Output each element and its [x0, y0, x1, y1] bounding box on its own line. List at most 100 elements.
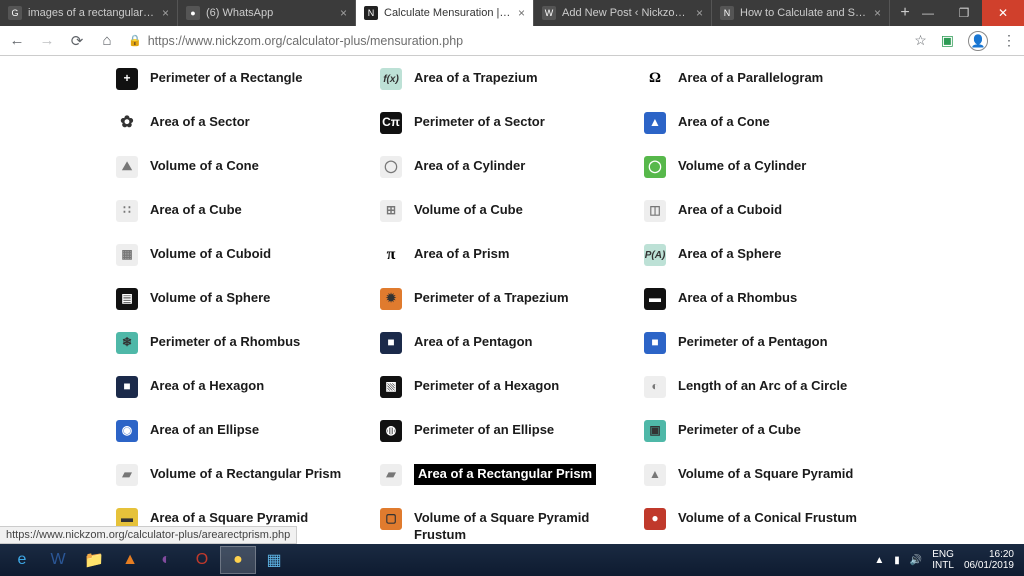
calculator-label: Volume of a Rectangular Prism: [150, 464, 341, 483]
page-content: +Perimeter of a Rectanglef(x)Area of a T…: [0, 56, 1024, 544]
calculator-link[interactable]: ◯Volume of a Cylinder: [644, 152, 908, 182]
bookmark-star-icon[interactable]: ☆: [914, 32, 927, 49]
calculator-link[interactable]: ⊞ Volume of a Cube: [380, 196, 644, 226]
nav-forward-button[interactable]: →: [38, 32, 56, 49]
calculator-link[interactable]: ▰Volume of a Rectangular Prism: [116, 460, 380, 490]
tab-close-icon[interactable]: ×: [874, 6, 881, 20]
taskbar-app-icon[interactable]: ▲: [112, 546, 148, 574]
calculator-label: Area of a Hexagon: [150, 376, 264, 395]
tab-title: How to Calculate and Solve for: [740, 7, 868, 19]
taskbar-app-icon[interactable]: ▦: [256, 546, 292, 574]
nav-home-button[interactable]: ⌂: [98, 32, 116, 49]
tray-clock[interactable]: 16:20 06/01/2019: [964, 549, 1014, 571]
nav-back-button[interactable]: ←: [8, 32, 26, 49]
calculator-label: Volume of a Conical Frustum: [678, 508, 857, 527]
browser-tab[interactable]: WAdd New Post ‹ Nickzom Blog×: [534, 0, 712, 26]
system-tray[interactable]: ▲ ▮ 🔊 ENG INTL 16:20 06/01/2019: [874, 549, 1020, 571]
calculator-link[interactable]: ▤Volume of a Sphere: [116, 284, 380, 314]
calculator-link[interactable]: ▧Perimeter of a Hexagon: [380, 372, 644, 402]
browser-tab[interactable]: NCalculate Mensuration | Area, Pe×: [356, 0, 534, 26]
calculator-icon: P(A): [644, 244, 666, 266]
taskbar-app-icon[interactable]: W: [40, 546, 76, 574]
tab-title: (6) WhatsApp: [206, 7, 334, 19]
calculator-link[interactable]: CπPerimeter of a Sector: [380, 108, 644, 138]
calculator-link[interactable]: ✿Area of a Sector: [116, 108, 380, 138]
url-field[interactable]: 🔒 https://www.nickzom.org/calculator-plu…: [128, 34, 902, 48]
tab-title: images of a rectangular prism -: [28, 7, 156, 19]
calculator-label: Perimeter of a Cube: [678, 420, 801, 439]
window-maximize[interactable]: ❐: [946, 0, 982, 26]
calculator-label: Volume of a Cuboid: [150, 244, 271, 263]
calculator-link[interactable]: ❄ Perimeter of a Rhombus: [116, 328, 380, 358]
calculator-label: Perimeter of a Hexagon: [414, 376, 559, 395]
calculator-label: Area of a Cylinder: [414, 156, 525, 175]
browser-tab[interactable]: ●(6) WhatsApp×: [178, 0, 356, 26]
calculator-label: Perimeter of a Sector: [414, 112, 545, 131]
calculator-link[interactable]: +Perimeter of a Rectangle: [116, 64, 380, 94]
calculator-link[interactable]: ΩArea of a Parallelogram: [644, 64, 908, 94]
calculator-link[interactable]: ▣Perimeter of a Cube: [644, 416, 908, 446]
taskbar-app-icon[interactable]: e: [4, 546, 40, 574]
calculator-icon: ▰: [380, 464, 402, 486]
browser-tab[interactable]: N How to Calculate and Solve for ×: [712, 0, 890, 26]
calculator-icon: ■: [380, 332, 402, 354]
window-minimize[interactable]: —: [910, 0, 946, 26]
calculator-link[interactable]: ●Volume of a Conical Frustum: [644, 504, 908, 544]
calculator-link[interactable]: ▬Area of a Rhombus: [644, 284, 908, 314]
taskbar-app-icon[interactable]: ◐: [148, 546, 184, 574]
calculator-link[interactable]: ■Area of a Hexagon: [116, 372, 380, 402]
calculator-label: Perimeter of a Pentagon: [678, 332, 828, 351]
tray-volume-icon[interactable]: 🔊: [910, 555, 922, 566]
taskbar-app-icon[interactable]: O: [184, 546, 220, 574]
tab-title: Calculate Mensuration | Area, Pe: [384, 7, 512, 19]
calculator-link[interactable]: ◉Area of an Ellipse: [116, 416, 380, 446]
calculator-link[interactable]: ▦Volume of a Cuboid: [116, 240, 380, 270]
calculator-link[interactable]: ◐Length of an Arc of a Circle: [644, 372, 908, 402]
calculator-link[interactable]: ◍Perimeter of an Ellipse: [380, 416, 644, 446]
calculator-link[interactable]: ◫Area of a Cuboid: [644, 196, 908, 226]
calculator-link[interactable]: ⛰Volume of a Cone: [116, 152, 380, 182]
calculator-icon: ▲: [644, 464, 666, 486]
calculator-link[interactable]: ■Perimeter of a Pentagon: [644, 328, 908, 358]
calculator-link[interactable]: ∷Area of a Cube: [116, 196, 380, 226]
calculator-link[interactable]: ▲Volume of a Square Pyramid: [644, 460, 908, 490]
calculator-link[interactable]: ▰Area of a Rectangular Prism: [380, 460, 644, 490]
calculator-link[interactable]: πArea of a Prism: [380, 240, 644, 270]
tab-close-icon[interactable]: ×: [696, 6, 703, 20]
calculator-link[interactable]: ◯Area of a Cylinder: [380, 152, 644, 182]
calculator-icon: ❄: [116, 332, 138, 354]
calculator-icon: ⊞: [380, 200, 402, 222]
tab-close-icon[interactable]: ×: [340, 6, 347, 20]
tab-close-icon[interactable]: ×: [162, 6, 169, 20]
calculator-label: Volume of a Cube: [414, 200, 523, 219]
browser-tab[interactable]: Gimages of a rectangular prism -×: [0, 0, 178, 26]
browser-tab-bar: Gimages of a rectangular prism -×●(6) Wh…: [0, 0, 1024, 26]
tray-network-icon[interactable]: ▮: [894, 555, 900, 566]
window-close[interactable]: ✕: [982, 0, 1024, 26]
browser-menu-button[interactable]: ⋮: [1002, 32, 1016, 49]
profile-button[interactable]: 👤: [968, 31, 988, 51]
calculator-icon: Ω: [644, 68, 666, 90]
extension-icon[interactable]: ▣: [941, 32, 954, 49]
tray-up-icon[interactable]: ▲: [874, 555, 884, 566]
calculator-label: Area of a Sector: [150, 112, 250, 131]
calculator-label: Perimeter of a Rhombus: [150, 332, 300, 351]
calculator-label: Area of a Trapezium: [414, 68, 538, 87]
tray-language[interactable]: ENG INTL: [932, 549, 954, 571]
nav-reload-button[interactable]: ⟳: [68, 32, 86, 50]
calculator-link[interactable]: ▲Area of a Cone: [644, 108, 908, 138]
calculator-link[interactable]: P(A)Area of a Sphere: [644, 240, 908, 270]
calculator-link[interactable]: f(x)Area of a Trapezium: [380, 64, 644, 94]
tab-favicon: N: [720, 6, 734, 20]
taskbar-app-icon[interactable]: ●: [220, 546, 256, 574]
calculator-label: Area of a Pentagon: [414, 332, 532, 351]
tab-close-icon[interactable]: ×: [518, 6, 525, 20]
calculator-link[interactable]: ▢Volume of a Square Pyramid Frustum: [380, 504, 644, 544]
calculator-link[interactable]: ■ Area of a Pentagon: [380, 328, 644, 358]
calculator-label: Area of a Cube: [150, 200, 242, 219]
calculator-link[interactable]: ✹Perimeter of a Trapezium: [380, 284, 644, 314]
calculator-label: Perimeter of a Rectangle: [150, 68, 302, 87]
taskbar-app-icon[interactable]: 📁: [76, 546, 112, 574]
tab-favicon: W: [542, 6, 556, 20]
calculator-label: Area of a Cone: [678, 112, 770, 131]
